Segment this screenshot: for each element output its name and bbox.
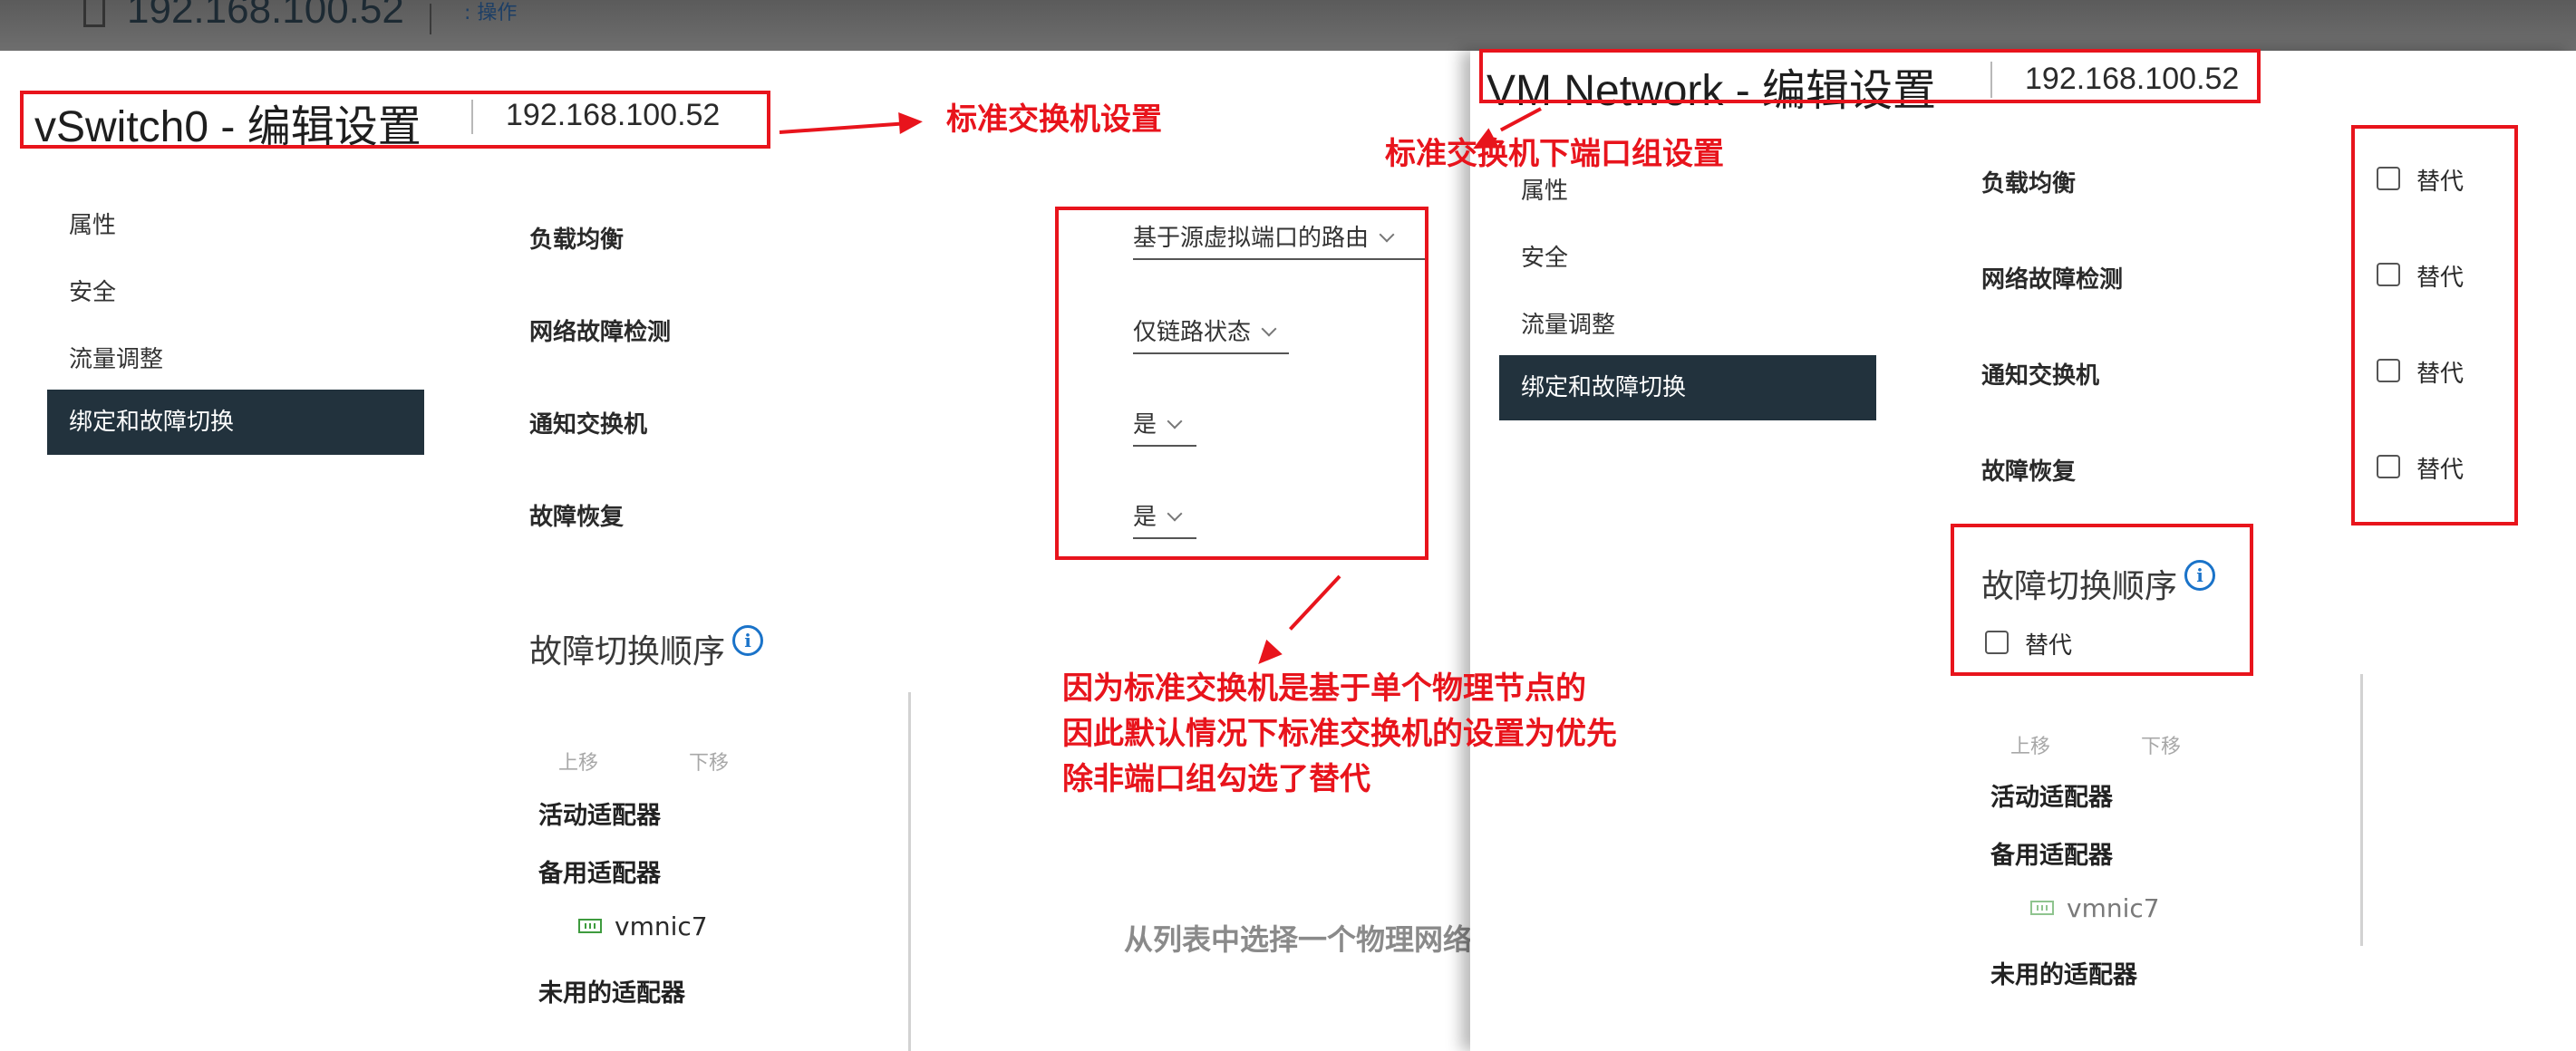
actions-menu[interactable]: : 操作: [464, 0, 517, 25]
info-icon[interactable]: i: [732, 625, 764, 656]
host-name: 192.168.100.52: [127, 0, 404, 32]
host-icon: [83, 0, 105, 27]
highlight-override-checkboxes: [2351, 125, 2518, 526]
field-label-notify-switches: 通知交换机: [529, 411, 648, 439]
field-label-notify-switches: 通知交换机: [1981, 362, 2100, 390]
nav-item-properties[interactable]: 属性: [69, 207, 116, 240]
adapter-row-vmnic7[interactable]: vmnic7: [578, 911, 708, 941]
failover-order-label: 故障切换顺序: [529, 633, 726, 670]
failover-order-title: 故障切换顺序 i: [529, 625, 764, 672]
annotation-note-line-1: 因为标准交换机是基于单个物理节点的: [1062, 670, 1586, 707]
field-label-load-balancing: 负载均衡: [529, 227, 625, 254]
highlight-vswitch-title: [20, 91, 770, 149]
move-up-button[interactable]: 上移: [2010, 730, 2050, 759]
field-label-failback: 故障恢复: [1981, 458, 2077, 486]
adapter-name: vmnic7: [2067, 893, 2160, 923]
annotation-std-switch-settings: 标准交换机设置: [946, 101, 1162, 138]
nav-item-teaming-failover[interactable]: 绑定和故障切换: [47, 390, 424, 455]
field-label-failure-detection: 网络故障检测: [529, 319, 672, 346]
highlight-failover-override: [1951, 524, 2253, 676]
nav-item-traffic-shaping[interactable]: 流量调整: [1521, 306, 1615, 340]
top-bar: 192.168.100.52 : 操作: [0, 0, 2576, 51]
adapter-row-vmnic7[interactable]: vmnic7: [2030, 893, 2160, 923]
annotation-note-line-3: 除非端口组勾选了替代: [1062, 761, 1370, 797]
top-bar-divider: [430, 4, 431, 34]
highlight-port-group-title: [1479, 49, 2261, 103]
unused-adapters-heading: 未用的适配器: [538, 979, 685, 1008]
active-adapters-heading: 活动适配器: [538, 802, 661, 830]
nav-item-teaming-failover[interactable]: 绑定和故障切换: [1499, 355, 1876, 420]
adapter-list-divider: [908, 692, 911, 1051]
active-adapters-heading: 活动适配器: [1990, 784, 2113, 812]
field-label-failure-detection: 网络故障检测: [1981, 266, 2124, 294]
field-label-failback: 故障恢复: [529, 504, 625, 531]
nav-item-properties[interactable]: 属性: [1521, 172, 1568, 206]
adapter-name: vmnic7: [615, 911, 708, 941]
unused-adapters-heading: 未用的适配器: [1990, 961, 2137, 989]
nav-item-traffic-shaping[interactable]: 流量调整: [69, 341, 163, 374]
adapter-details-placeholder: 从列表中选择一个物理网络: [1124, 922, 1473, 957]
move-down-button[interactable]: 下移: [2141, 730, 2181, 759]
move-down-button[interactable]: 下移: [689, 747, 729, 776]
nav-item-security[interactable]: 安全: [1521, 239, 1568, 273]
arrow-head-icon: [898, 111, 924, 134]
standby-adapters-heading: 备用适配器: [1990, 842, 2113, 870]
annotation-note-line-2: 因此默认情况下标准交换机的设置为优先: [1062, 716, 1617, 752]
annotation-port-group-settings: 标准交换机下端口组设置: [1385, 136, 1724, 172]
adapter-list-divider: [2360, 674, 2363, 946]
move-up-button[interactable]: 上移: [558, 747, 598, 776]
highlight-vswitch-policies: [1055, 207, 1428, 560]
network-adapter-icon: [2030, 901, 2054, 915]
network-adapter-icon: [578, 919, 602, 933]
standby-adapters-heading: 备用适配器: [538, 860, 661, 888]
nav-item-security[interactable]: 安全: [69, 274, 116, 307]
field-label-load-balancing: 负载均衡: [1981, 170, 2077, 198]
